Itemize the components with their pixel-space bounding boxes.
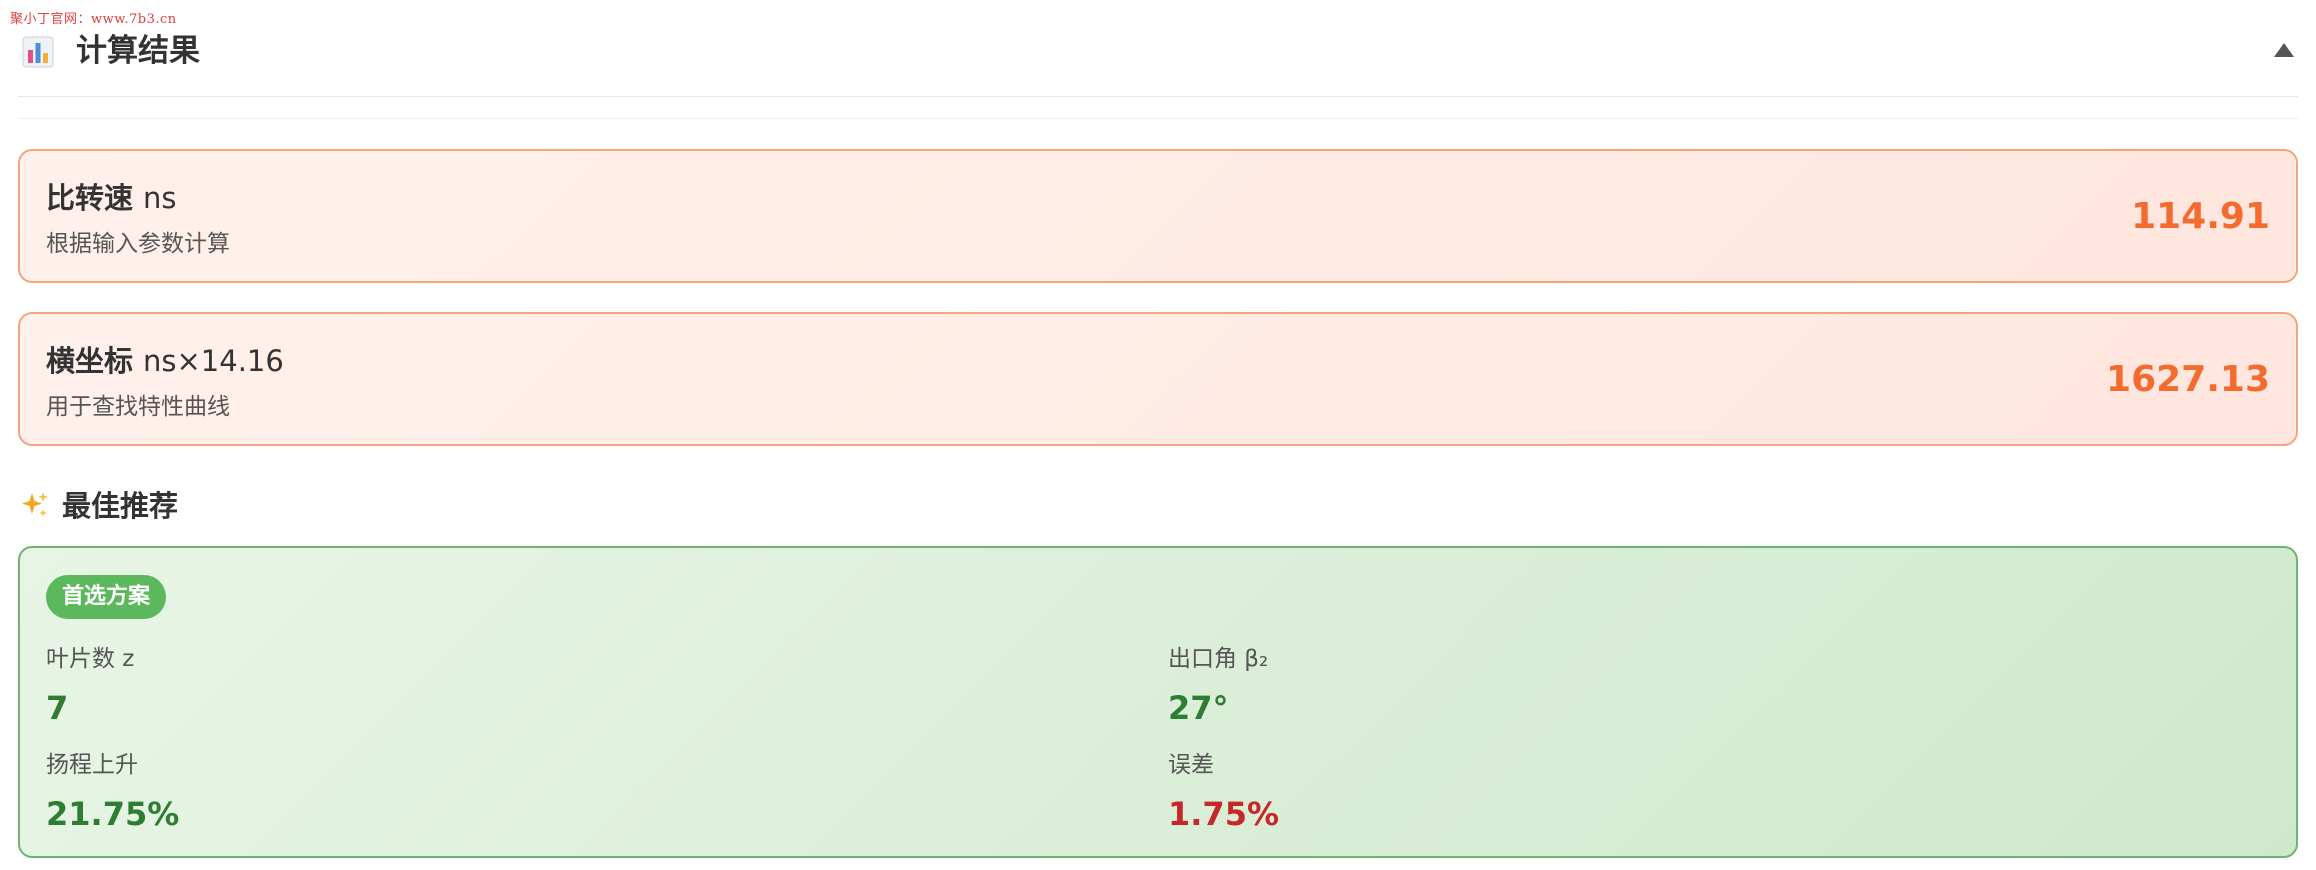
result-title: 比转速 ns: [46, 179, 177, 217]
sparkles-icon: [22, 492, 48, 517]
result-description: 根据输入参数计算: [46, 231, 230, 257]
metric-label: 扬程上升: [46, 752, 138, 778]
bar-chart-icon: [22, 36, 54, 68]
metric-blade-count: 叶片数 z 7: [46, 644, 946, 728]
metric-label: 出口角 β₂: [1168, 646, 1269, 672]
page-title: 计算结果: [76, 33, 200, 69]
preferred-plan-badge: 首选方案: [46, 575, 167, 619]
result-value: 114.91: [2131, 196, 2270, 237]
metric-head-rise: 扬程上升 21.75%: [46, 750, 946, 834]
result-title-label: 横坐标: [46, 344, 134, 378]
metric-value: 7: [46, 689, 69, 727]
metric-value: 27°: [1168, 689, 1229, 727]
result-card-abscissa: 横坐标 ns×14.16 用于查找特性曲线 1627.13: [18, 312, 2298, 446]
recommendation-card: 首选方案 叶片数 z 7 出口角 β₂ 27° 扬程上升 21.75% 误差 1…: [18, 546, 2298, 858]
divider: [18, 118, 2298, 119]
result-card-specific-speed: 比转速 ns 根据输入参数计算 114.91: [18, 149, 2298, 283]
result-title-symbol: ns×14.16: [143, 344, 284, 378]
metric-value: 21.75%: [46, 795, 180, 833]
result-title-label: 比转速: [46, 181, 134, 215]
metric-value: 1.75%: [1168, 795, 1280, 833]
metric-label: 误差: [1168, 752, 1214, 778]
result-title-symbol: ns: [143, 181, 177, 215]
metric-label: 叶片数 z: [46, 646, 135, 672]
result-value: 1627.13: [2106, 359, 2270, 400]
section-title: 最佳推荐: [62, 489, 179, 523]
result-title: 横坐标 ns×14.16: [46, 342, 284, 380]
metric-outlet-angle: 出口角 β₂ 27°: [1168, 644, 2068, 728]
result-description: 用于查找特性曲线: [46, 394, 230, 420]
results-header: 计算结果: [18, 22, 2298, 97]
collapse-toggle-icon[interactable]: [2270, 36, 2298, 64]
metric-error: 误差 1.75%: [1168, 750, 2068, 834]
